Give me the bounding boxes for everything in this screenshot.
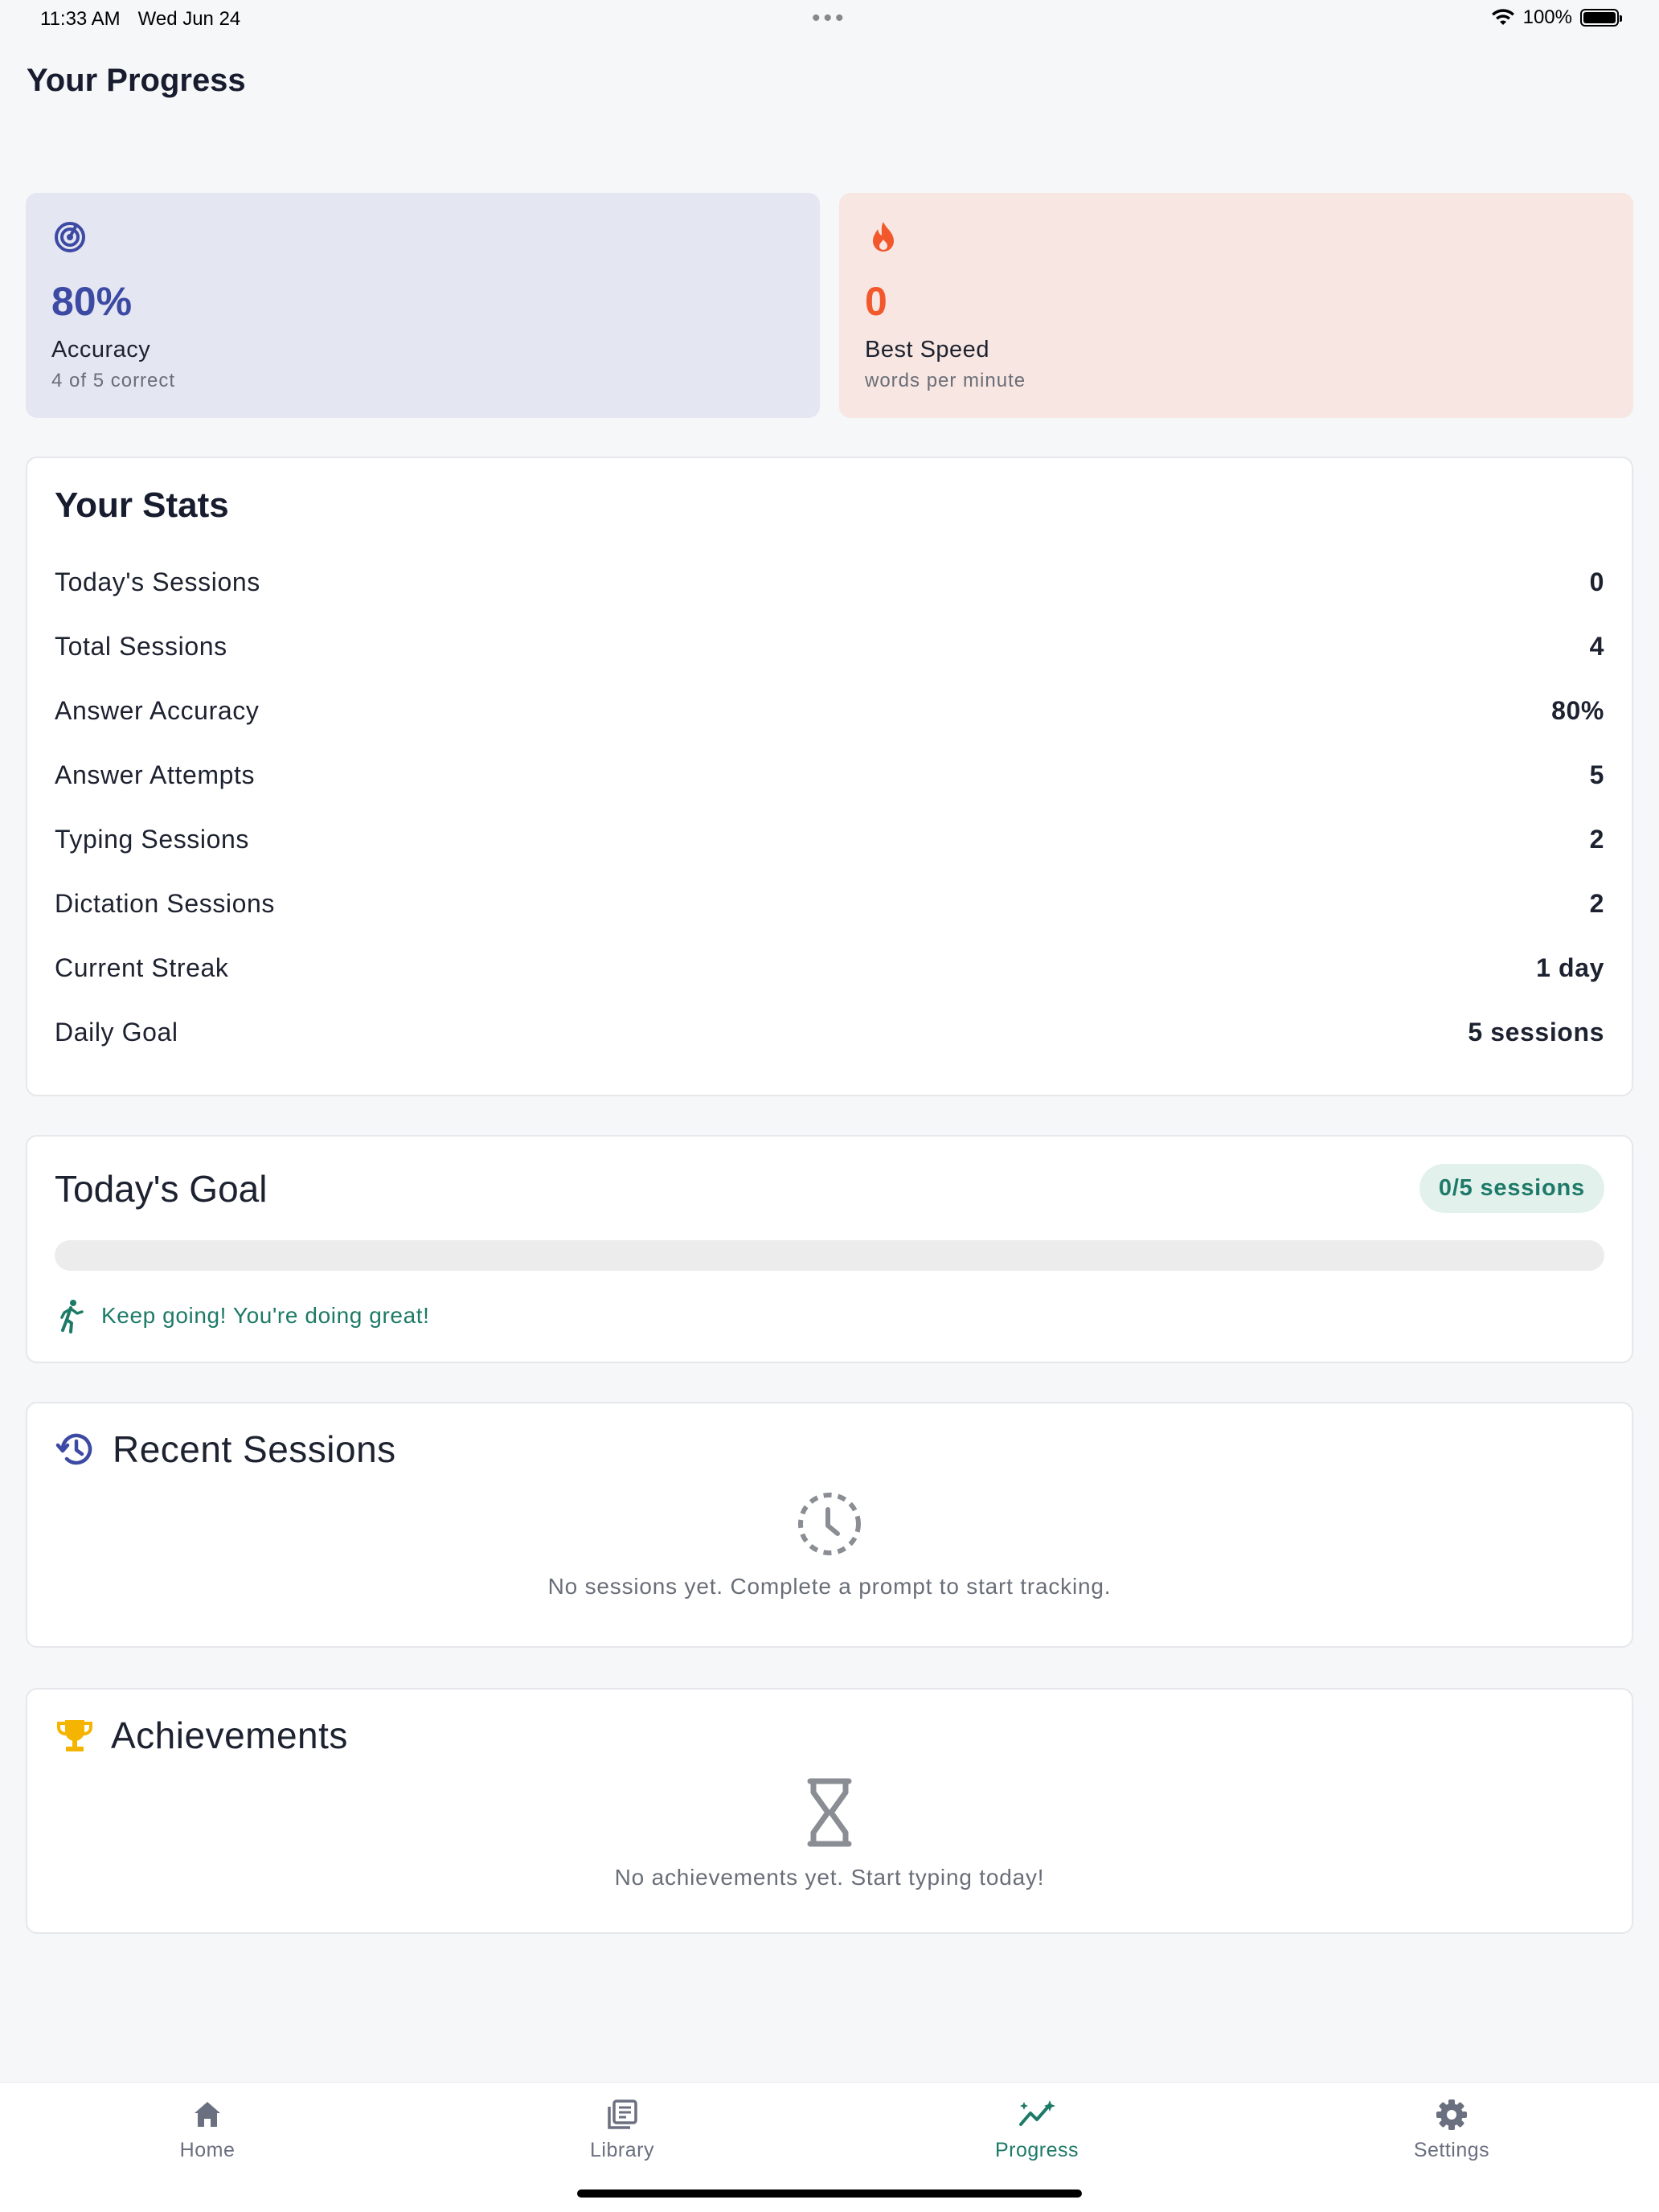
recent-sessions-title: Recent Sessions xyxy=(113,1428,396,1470)
hourglass-icon xyxy=(807,1778,852,1847)
accuracy-card: 80% Accuracy 4 of 5 correct xyxy=(26,193,820,418)
stat-value: 5 sessions xyxy=(1468,1017,1604,1047)
stats-title: Your Stats xyxy=(55,485,229,525)
flame-icon xyxy=(873,222,894,252)
stat-label: Dictation Sessions xyxy=(55,888,276,918)
multitasking-dots-icon[interactable]: ••• xyxy=(812,5,847,32)
wifi-icon xyxy=(1491,9,1514,25)
stat-value: 2 xyxy=(1589,824,1604,854)
best-speed-label: Best Speed xyxy=(865,337,989,363)
best-speed-card: 0 Best Speed words per minute xyxy=(839,193,1633,418)
stat-label: Answer Accuracy xyxy=(55,695,260,725)
stat-label: Answer Attempts xyxy=(55,760,256,789)
stat-label: Current Streak xyxy=(55,952,229,982)
stat-row-answer-accuracy: Answer Accuracy 80% xyxy=(55,678,1604,743)
tab-library[interactable]: Library xyxy=(526,2097,719,2162)
stat-row-typing-sessions: Typing Sessions 2 xyxy=(55,807,1604,871)
stat-value: 80% xyxy=(1551,695,1604,725)
stat-row-current-streak: Current Streak 1 day xyxy=(55,936,1604,1000)
status-date: Wed Jun 24 xyxy=(137,8,241,30)
todays-goal-card: Today's Goal 0/5 sessions Keep going! Yo… xyxy=(26,1135,1633,1363)
accuracy-value: 80% xyxy=(51,279,133,324)
pending-clock-icon xyxy=(798,1493,861,1555)
best-speed-value: 0 xyxy=(865,279,887,324)
your-stats-card: Your Stats Today's Sessions 0 Total Sess… xyxy=(26,457,1633,1096)
trophy-icon xyxy=(56,1720,93,1751)
stat-value: 4 xyxy=(1589,631,1604,661)
tab-home[interactable]: Home xyxy=(111,2097,304,2162)
stat-value: 0 xyxy=(1589,567,1604,596)
achievements-title: Achievements xyxy=(111,1714,348,1756)
tab-label: Settings xyxy=(1413,2139,1490,2161)
status-bar: 11:33 AM Wed Jun 24 ••• 100% xyxy=(0,0,1659,39)
gear-icon xyxy=(1436,2099,1467,2130)
stat-row-dictation-sessions: Dictation Sessions 2 xyxy=(55,871,1604,936)
battery-percent: 100% xyxy=(1522,6,1572,28)
recent-sessions-empty-text: No sessions yet. Complete a prompt to st… xyxy=(547,1574,1112,1599)
stat-row-daily-goal: Daily Goal 5 sessions xyxy=(55,1000,1604,1064)
stat-label: Daily Goal xyxy=(55,1017,178,1047)
goal-sessions-badge: 0/5 sessions xyxy=(1419,1164,1604,1213)
tab-progress[interactable]: Progress xyxy=(940,2097,1133,2162)
goal-progress-bar xyxy=(55,1240,1604,1271)
stat-row-total-sessions: Total Sessions 4 xyxy=(55,614,1604,678)
stat-label: Typing Sessions xyxy=(55,824,250,854)
home-indicator[interactable] xyxy=(577,2189,1082,2198)
stat-value: 2 xyxy=(1589,888,1604,918)
page-title: Your Progress xyxy=(27,63,246,98)
goal-title: Today's Goal xyxy=(55,1167,268,1210)
library-icon xyxy=(608,2099,637,2129)
status-time: 11:33 AM xyxy=(40,8,121,30)
tab-label: Library xyxy=(590,2139,654,2161)
tab-settings[interactable]: Settings xyxy=(1355,2097,1548,2162)
achievements-empty-text: No achievements yet. Start typing today! xyxy=(614,1865,1045,1890)
best-speed-sub: words per minute xyxy=(865,370,1026,391)
stat-row-todays-sessions: Today's Sessions 0 xyxy=(55,550,1604,614)
stat-label: Today's Sessions xyxy=(55,567,260,596)
achievements-card: Achievements No achievements yet. Start … xyxy=(26,1688,1633,1934)
accuracy-label: Accuracy xyxy=(51,337,151,363)
goal-encouragement-text: Keep going! You're doing great! xyxy=(101,1303,430,1328)
accuracy-sub: 4 of 5 correct xyxy=(51,370,176,391)
target-icon xyxy=(55,222,85,252)
running-person-icon xyxy=(60,1300,84,1333)
recent-sessions-card: Recent Sessions No sessions yet. Complet… xyxy=(26,1402,1633,1648)
progress-icon xyxy=(1019,2100,1055,2126)
stat-value: 5 xyxy=(1589,760,1604,789)
history-icon xyxy=(55,1433,92,1465)
tab-label: Progress xyxy=(994,2139,1079,2161)
stat-row-answer-attempts: Answer Attempts 5 xyxy=(55,743,1604,807)
stat-label: Total Sessions xyxy=(55,631,227,661)
stat-value: 1 day xyxy=(1536,952,1604,982)
home-icon xyxy=(195,2102,220,2127)
tab-label: Home xyxy=(179,2139,236,2161)
battery-icon xyxy=(1580,9,1622,27)
